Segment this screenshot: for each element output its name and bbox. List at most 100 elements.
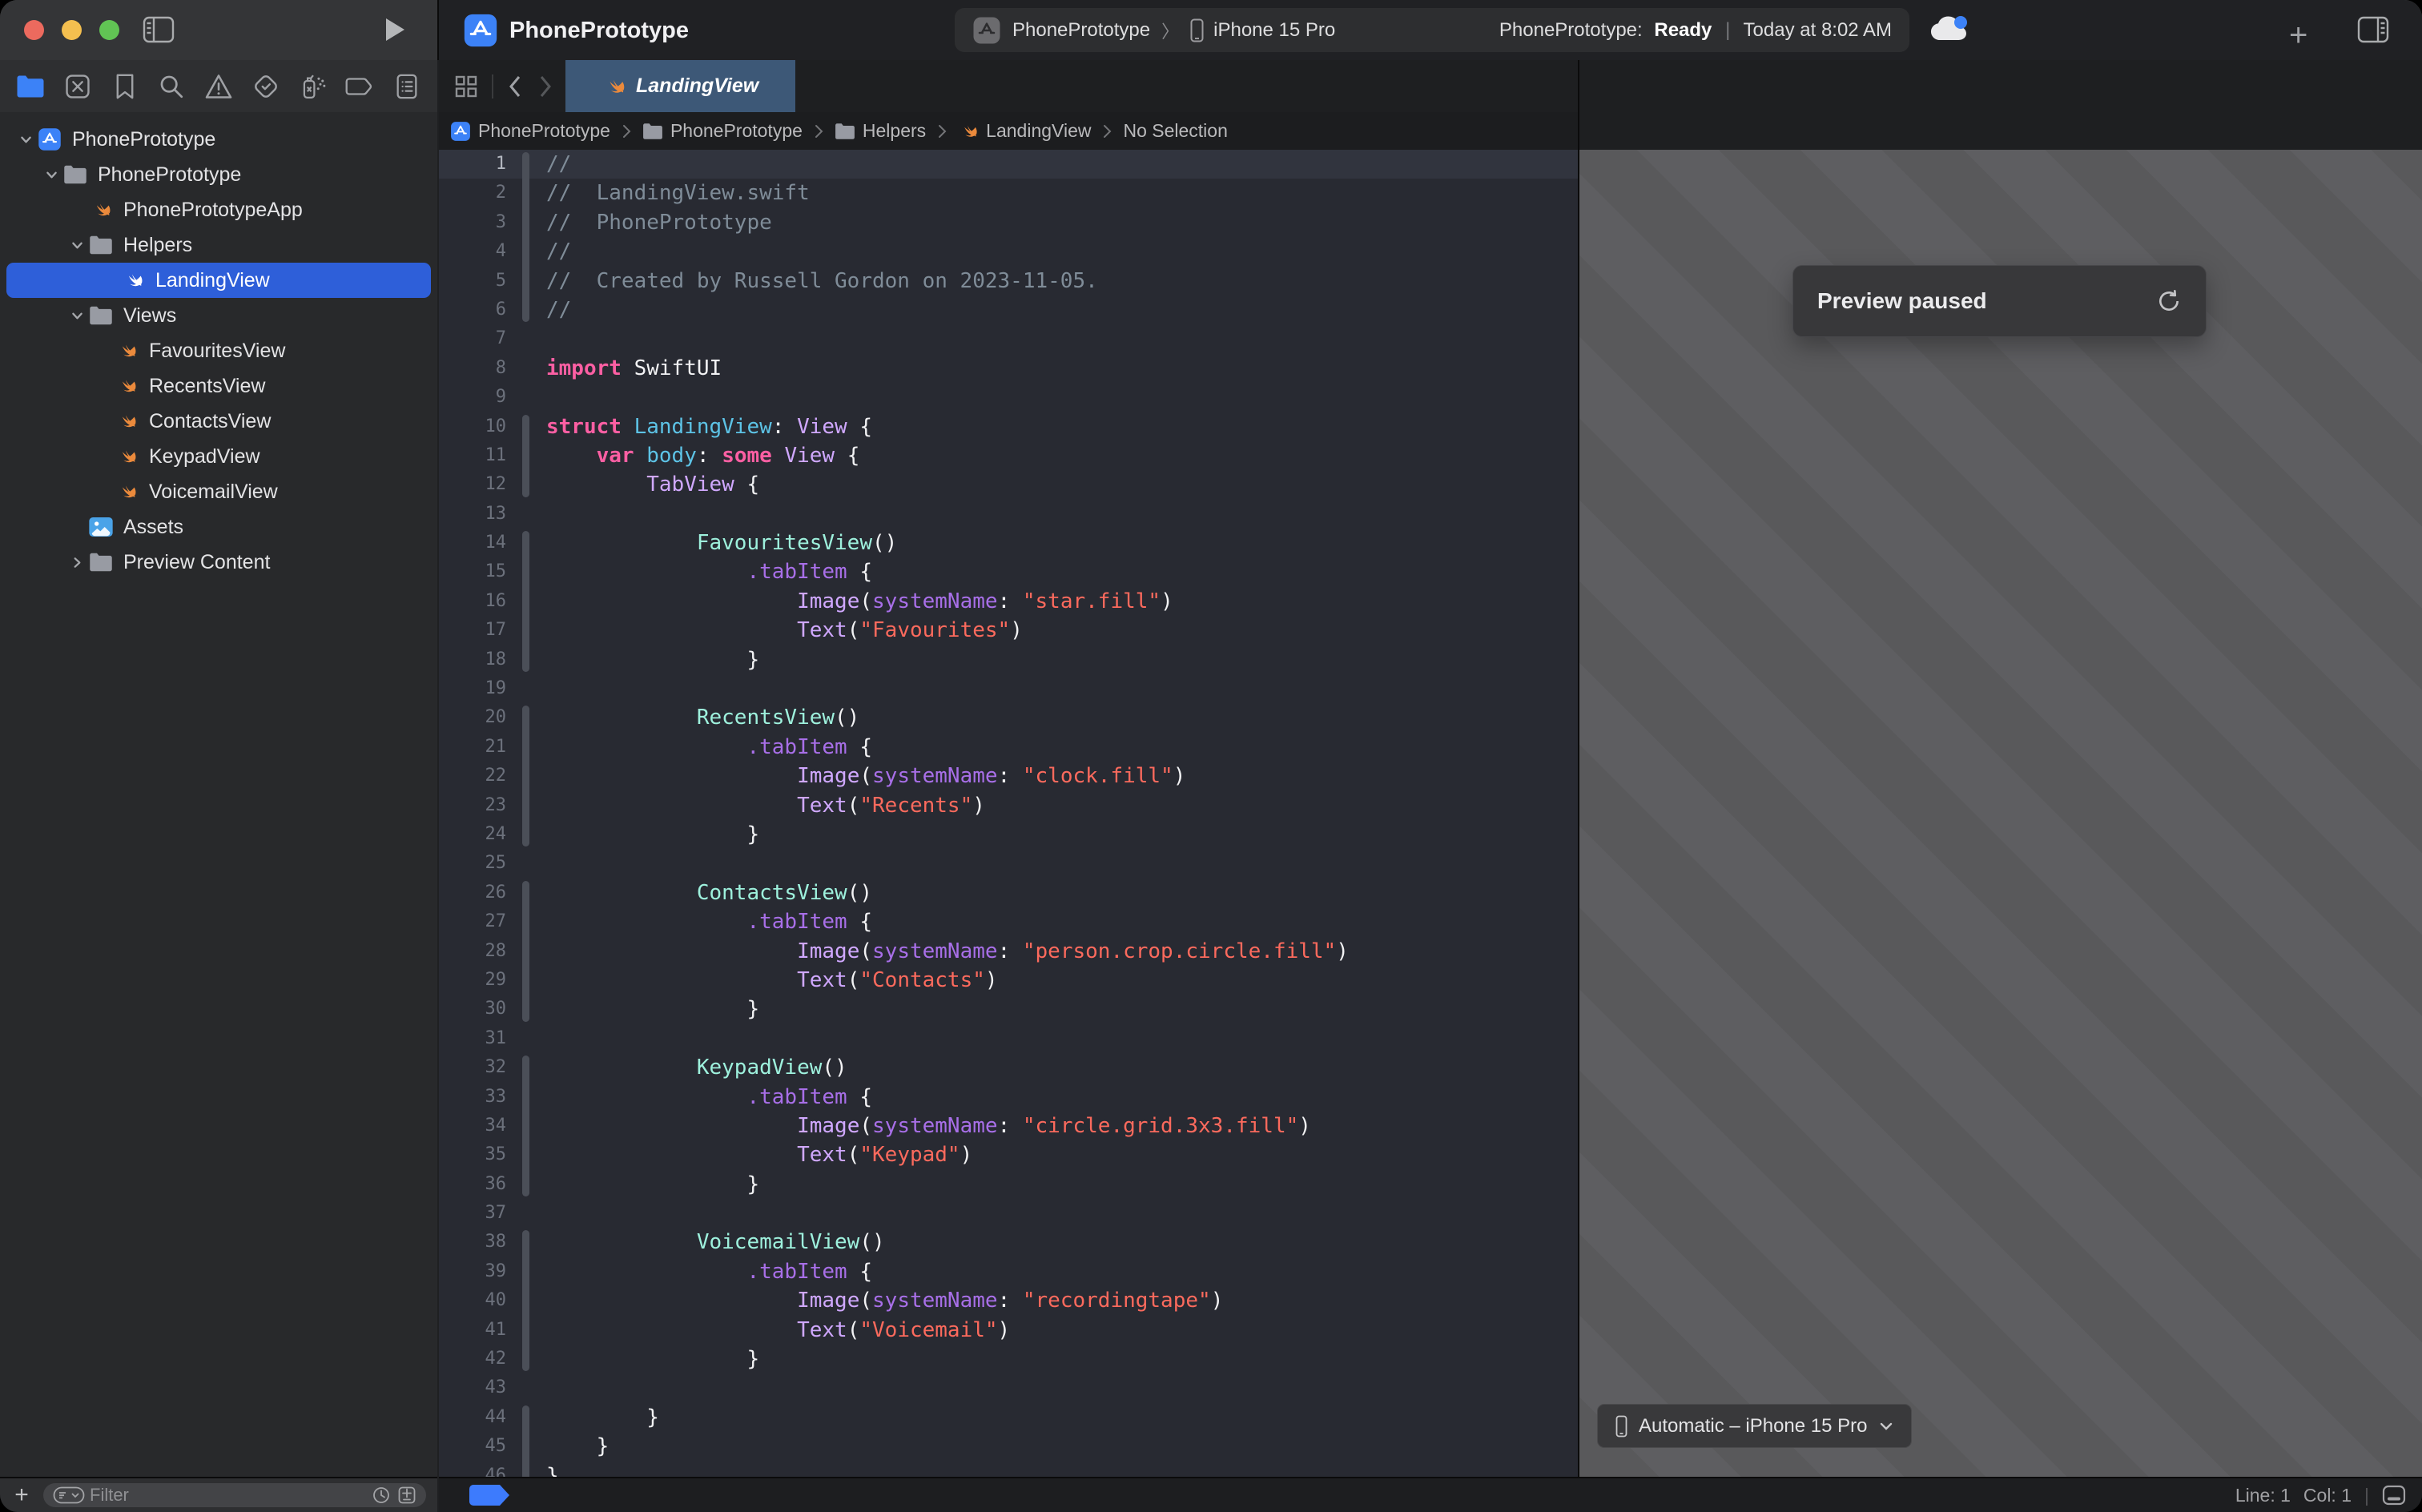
- debug-navigator-icon[interactable]: [297, 70, 329, 103]
- line-number[interactable]: 29: [439, 966, 514, 995]
- fold-ribbon[interactable]: [514, 1053, 546, 1082]
- line-number[interactable]: 9: [439, 383, 514, 412]
- code-line-12[interactable]: 12 TabView {: [439, 470, 1578, 499]
- line-number[interactable]: 11: [439, 441, 514, 470]
- tree-item-landingview[interactable]: LandingView: [6, 263, 431, 298]
- fold-ribbon[interactable]: [514, 1083, 546, 1112]
- code-line-46[interactable]: 46}: [439, 1462, 1578, 1478]
- line-number[interactable]: 14: [439, 529, 514, 557]
- code-line-26[interactable]: 26 ContactsView(): [439, 879, 1578, 907]
- line-number[interactable]: 41: [439, 1316, 514, 1345]
- fold-ribbon[interactable]: [514, 557, 546, 586]
- code-line-27[interactable]: 27 .tabItem {: [439, 907, 1578, 936]
- breakpoints-navigator-icon[interactable]: [344, 70, 376, 103]
- line-number[interactable]: 38: [439, 1228, 514, 1257]
- code-line-11[interactable]: 11 var body: some View {: [439, 441, 1578, 470]
- code-line-41[interactable]: 41 Text("Voicemail"): [439, 1316, 1578, 1345]
- breakpoint-indicator[interactable]: [469, 1485, 509, 1506]
- line-number[interactable]: 21: [439, 733, 514, 762]
- code-line-28[interactable]: 28 Image(systemName: "person.crop.circle…: [439, 937, 1578, 966]
- code-line-15[interactable]: 15 .tabItem {: [439, 557, 1578, 586]
- line-number[interactable]: 10: [439, 412, 514, 441]
- fold-ribbon[interactable]: [514, 1345, 546, 1373]
- fold-ribbon[interactable]: [514, 237, 546, 266]
- fold-ribbon[interactable]: [514, 267, 546, 296]
- code-line-19[interactable]: 19: [439, 674, 1578, 703]
- code-line-33[interactable]: 33 .tabItem {: [439, 1083, 1578, 1112]
- disclosure-chevron-icon[interactable]: [66, 557, 88, 569]
- fold-ribbon[interactable]: [514, 529, 546, 557]
- fold-ribbon[interactable]: [514, 1199, 546, 1228]
- line-number[interactable]: 13: [439, 500, 514, 529]
- tree-item-helpers[interactable]: Helpers: [0, 227, 437, 263]
- code-line-43[interactable]: 43: [439, 1373, 1578, 1402]
- fold-ribbon[interactable]: [514, 937, 546, 966]
- line-number[interactable]: 34: [439, 1112, 514, 1140]
- code-line-38[interactable]: 38 VoicemailView(): [439, 1228, 1578, 1257]
- zoom-window-button[interactable]: [99, 20, 119, 40]
- preview-device-selector[interactable]: Automatic – iPhone 15 Pro: [1597, 1404, 1912, 1448]
- code-line-10[interactable]: 10struct LandingView: View {: [439, 412, 1578, 441]
- toggle-inspector-icon[interactable]: [2357, 16, 2389, 43]
- line-number[interactable]: 18: [439, 645, 514, 674]
- tree-item-views[interactable]: Views: [0, 298, 437, 333]
- breadcrumb-item-phoneprototype[interactable]: PhonePrototype: [642, 120, 803, 142]
- tree-item-recentsview[interactable]: RecentsView: [0, 368, 437, 404]
- line-number[interactable]: 33: [439, 1083, 514, 1112]
- fold-ribbon[interactable]: [514, 1316, 546, 1345]
- fold-ribbon[interactable]: [514, 1170, 546, 1199]
- code-line-4[interactable]: 4//: [439, 237, 1578, 266]
- fold-ribbon[interactable]: [514, 1403, 546, 1432]
- fold-ribbon[interactable]: [514, 733, 546, 762]
- fold-ribbon[interactable]: [514, 1432, 546, 1461]
- disclosure-chevron-icon[interactable]: [66, 310, 88, 322]
- fold-ribbon[interactable]: [514, 1112, 546, 1140]
- filter-input[interactable]: [88, 1484, 368, 1506]
- fold-ribbon[interactable]: [514, 208, 546, 237]
- fold-ribbon[interactable]: [514, 441, 546, 470]
- line-number[interactable]: 28: [439, 937, 514, 966]
- line-number[interactable]: 35: [439, 1140, 514, 1169]
- reports-navigator-icon[interactable]: [391, 70, 423, 103]
- code-line-1[interactable]: 1//: [439, 150, 1578, 179]
- tree-item-phoneprototype[interactable]: PhonePrototype: [0, 122, 437, 157]
- line-number[interactable]: 45: [439, 1432, 514, 1461]
- scheme-name[interactable]: PhonePrototype: [1012, 19, 1150, 42]
- code-line-45[interactable]: 45 }: [439, 1432, 1578, 1461]
- tree-item-keypadview[interactable]: KeypadView: [0, 439, 437, 474]
- breadcrumb-item-no-selection[interactable]: No Selection: [1123, 120, 1227, 142]
- fold-ribbon[interactable]: [514, 966, 546, 995]
- code-line-36[interactable]: 36 }: [439, 1170, 1578, 1199]
- breadcrumb-item-landingview[interactable]: LandingView: [958, 120, 1091, 142]
- line-number[interactable]: 44: [439, 1403, 514, 1432]
- tests-navigator-icon[interactable]: [250, 70, 282, 103]
- code-line-31[interactable]: 31: [439, 1024, 1578, 1053]
- line-number[interactable]: 25: [439, 849, 514, 878]
- fold-ribbon[interactable]: [514, 1373, 546, 1402]
- line-number[interactable]: 12: [439, 470, 514, 499]
- fold-ribbon[interactable]: [514, 1140, 546, 1169]
- line-number[interactable]: 36: [439, 1170, 514, 1199]
- fold-ribbon[interactable]: [514, 150, 546, 179]
- fold-ribbon[interactable]: [514, 1257, 546, 1286]
- fold-ribbon[interactable]: [514, 296, 546, 324]
- tree-item-phoneprototypeapp[interactable]: PhonePrototypeApp: [0, 192, 437, 227]
- code-line-18[interactable]: 18 }: [439, 645, 1578, 674]
- code-line-34[interactable]: 34 Image(systemName: "circle.grid.3x3.fi…: [439, 1112, 1578, 1140]
- code-line-23[interactable]: 23 Text("Recents"): [439, 791, 1578, 820]
- line-number[interactable]: 42: [439, 1345, 514, 1373]
- code-line-6[interactable]: 6//: [439, 296, 1578, 324]
- tree-item-assets[interactable]: Assets: [0, 509, 437, 545]
- line-number[interactable]: 15: [439, 557, 514, 586]
- tree-item-preview-content[interactable]: Preview Content: [0, 545, 437, 580]
- navigator-filter-field[interactable]: [43, 1483, 426, 1507]
- line-number[interactable]: 5: [439, 267, 514, 296]
- line-number[interactable]: 23: [439, 791, 514, 820]
- code-line-21[interactable]: 21 .tabItem {: [439, 733, 1578, 762]
- line-number[interactable]: 32: [439, 1053, 514, 1082]
- line-number[interactable]: 22: [439, 762, 514, 790]
- tab-landingview[interactable]: LandingView: [565, 60, 795, 112]
- code-line-16[interactable]: 16 Image(systemName: "star.fill"): [439, 587, 1578, 616]
- line-number[interactable]: 27: [439, 907, 514, 936]
- code-line-37[interactable]: 37: [439, 1199, 1578, 1228]
